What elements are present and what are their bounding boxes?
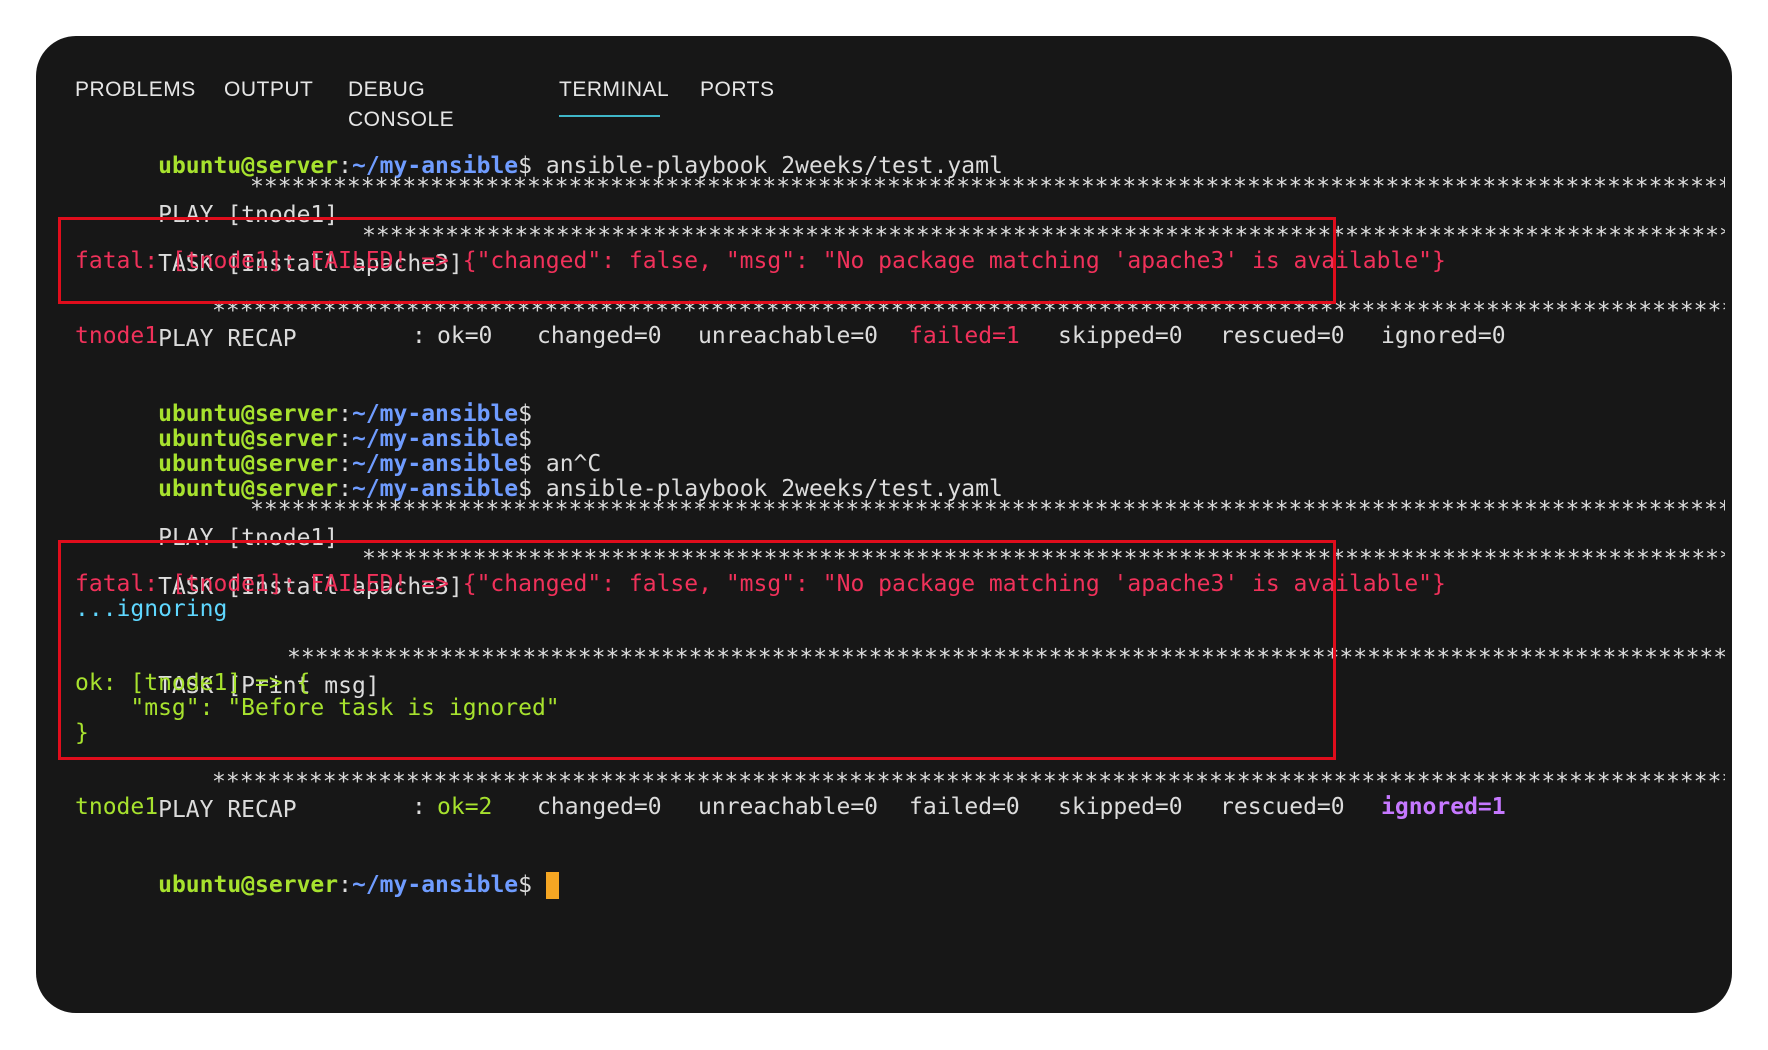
prompt-symbol: $ <box>518 872 532 898</box>
recap-ok: ok=0 <box>437 323 493 349</box>
stars-divider: ****************************************… <box>250 497 1725 523</box>
highlight-box <box>58 217 1336 304</box>
recap-unreachable: unreachable=0 <box>698 323 879 349</box>
recap-sep: : <box>412 323 426 349</box>
tab-ports[interactable]: PORTS <box>700 75 774 115</box>
terminal-window: PROBLEMS OUTPUT DEBUG CONSOLE TERMINAL P… <box>36 36 1732 1013</box>
prompt-user-host: ubuntu@server <box>158 872 339 898</box>
recap-changed: changed=0 <box>537 323 662 349</box>
terminal-line: ubuntu@server:~/my-ansible$ <box>75 397 532 452</box>
recap-changed: changed=0 <box>537 794 662 820</box>
recap-skipped: skipped=0 <box>1058 323 1183 349</box>
recap-failed: failed=1 <box>909 323 1020 349</box>
recap-failed: failed=0 <box>909 794 1020 820</box>
recap-skipped: skipped=0 <box>1058 794 1183 820</box>
recap-ignored: ignored=1 <box>1381 794 1506 820</box>
prompt-colon: : <box>338 872 352 898</box>
recap-row: tnode1 : ok=2 changed=0 unreachable=0 fa… <box>75 793 1725 821</box>
tab-terminal[interactable]: TERMINAL <box>559 75 669 117</box>
terminal-line: ubuntu@server:~/my-ansible$ <box>75 843 559 899</box>
stars-divider: ****************************************… <box>250 174 1725 200</box>
recap-ok: ok=2 <box>437 794 493 820</box>
tab-output[interactable]: OUTPUT <box>224 75 313 115</box>
terminal-line: ubuntu@server:~/my-ansible$ an^C <box>75 422 601 477</box>
recap-row: tnode1 : ok=0 changed=0 unreachable=0 fa… <box>75 322 1725 350</box>
terminal-line: ubuntu@server:~/my-ansible$ <box>75 372 532 427</box>
recap-host: tnode1 <box>75 323 159 349</box>
recap-rescued: rescued=0 <box>1220 323 1345 349</box>
recap-sep: : <box>412 794 426 820</box>
tab-problems[interactable]: PROBLEMS <box>75 75 196 115</box>
stars-divider: ****************************************… <box>212 769 1725 795</box>
terminal-cursor <box>545 872 559 899</box>
recap-host: tnode1 <box>75 794 159 820</box>
recap-ignored: ignored=0 <box>1381 323 1506 349</box>
tab-debug-console[interactable]: DEBUG CONSOLE <box>348 75 454 131</box>
terminal-line: ubuntu@server:~/my-ansible$ ansible-play… <box>75 124 1003 179</box>
recap-rescued: rescued=0 <box>1220 794 1345 820</box>
prompt-path: ~/my-ansible <box>351 872 519 898</box>
recap-unreachable: unreachable=0 <box>698 794 879 820</box>
highlight-box <box>58 540 1336 760</box>
terminal-line: ubuntu@server:~/my-ansible$ ansible-play… <box>75 447 1003 502</box>
